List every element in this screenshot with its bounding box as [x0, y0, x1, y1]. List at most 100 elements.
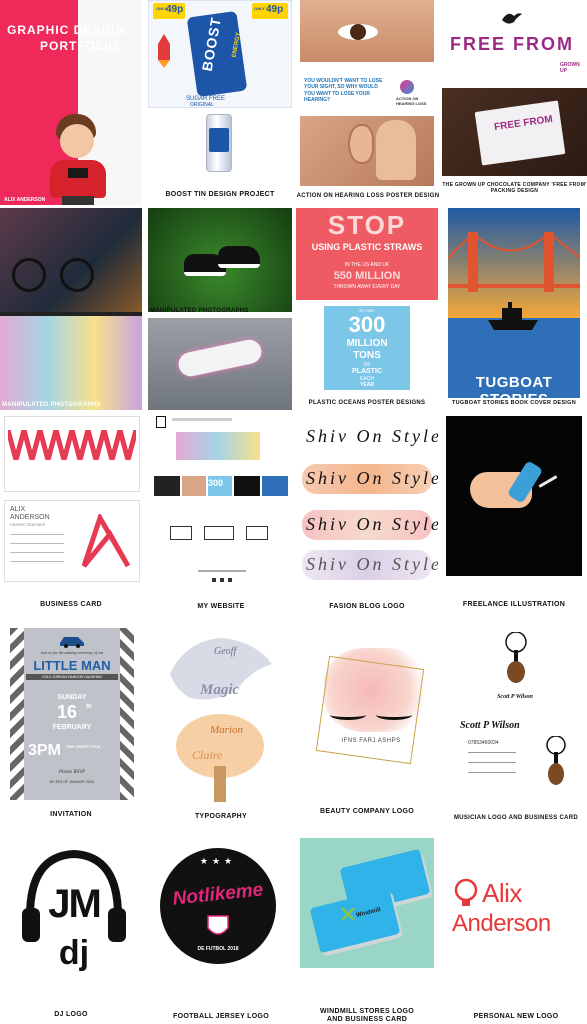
- straws-thrown: THROWN AWAY EVERY DAY: [333, 284, 401, 290]
- invitation-date-sup: th: [86, 704, 92, 710]
- invitation-script-top: Join us for the naming ceremony of our: [40, 650, 104, 655]
- website-thumb-5: [262, 476, 288, 496]
- invitation-title: LITTLE MAN: [33, 658, 111, 673]
- bizcard-mark: [80, 511, 132, 570]
- invitation-caption: INVITATION: [50, 811, 92, 818]
- invitation-chevrons-right: [120, 628, 134, 800]
- tugboat-caption: TUGBOAT STORIES BOOK COVER DESIGN: [452, 400, 576, 406]
- website-stat: 300: [208, 478, 224, 488]
- website-thumb-2: [182, 476, 206, 496]
- bizcard-name-line2: ANDERSON: [10, 514, 50, 521]
- invitation-rsvp: Please RSVP: [58, 770, 86, 775]
- boost-rocket-icon: [156, 34, 172, 70]
- beauty-brand: IFNS FARJ ASHPS: [341, 738, 401, 744]
- photo-rainbow-street: [0, 316, 142, 410]
- shoe-right: [218, 246, 260, 268]
- windmill-caption-line2: AND BUSINESS CARD: [326, 1016, 408, 1023]
- personal-tile[interactable]: Alix Anderson: [448, 870, 584, 960]
- typography-word2: Marion: [210, 724, 243, 736]
- straws-caption: PLASTIC OCEANS POSTER DESIGNS: [308, 400, 426, 406]
- beauty-tile[interactable]: IFNS FARJ ASHPS: [300, 632, 442, 798]
- freefrom-pack: [474, 100, 566, 166]
- bizcard-tile[interactable]: ALIX ANDERSON GRAPHIC DESIGNER: [2, 416, 142, 582]
- photo-shoes-tile[interactable]: MANIPULATED PHOTOGRAPHS: [148, 208, 292, 410]
- freelance-cigarette: [538, 475, 558, 488]
- straws-tile[interactable]: STOP USING PLASTIC STRAWS IN THE US AND …: [296, 208, 438, 398]
- freelance-tile[interactable]: [446, 416, 582, 576]
- musician-contact-lines: [468, 752, 516, 782]
- windmill-tile[interactable]: Windmill: [300, 838, 434, 968]
- football-ribbon: DE FUTBOL 2018: [197, 946, 239, 952]
- cover-tile[interactable]: GRAPHIC DESIGN PORTFOLIO. ALIX ANDERSON: [0, 0, 142, 205]
- fashion-logo-3: Shiv On Style: [306, 514, 438, 534]
- fashion-logo-2: Shiv On Style: [306, 468, 438, 488]
- website-nav: [172, 418, 232, 421]
- straws-line: USING PLASTIC STRAWS: [311, 242, 423, 252]
- personal-bulb-icon: [454, 878, 478, 910]
- football-stars: ★★★: [199, 856, 237, 866]
- website-text-block-2: [204, 526, 234, 540]
- photo-bicycle-tile[interactable]: MANIPULATED PHOTOGRAPHS: [0, 208, 142, 410]
- typography-word1: Magic: [200, 682, 240, 698]
- website-text-block-1: [170, 526, 192, 540]
- beauty-lashes-left: [330, 710, 366, 720]
- hearing-ear: [348, 124, 374, 164]
- musician-tile[interactable]: Scott P Wilson Scott P Wilson 0785346003…: [448, 628, 582, 806]
- cover-author-tag: ALIX ANDERSON: [4, 197, 46, 203]
- bicycle-wheel-back: [60, 258, 94, 292]
- dj-letters: JM: [48, 882, 102, 926]
- hearing-org: ACTION ON HEARING LOSS: [396, 96, 427, 106]
- beauty-caption: BEAUTY COMPANY LOGO: [320, 808, 414, 815]
- boost-caption: BOOST TIN DESIGN PROJECT: [165, 191, 275, 198]
- avatar-legs: [62, 196, 94, 205]
- hearing-caption: ACTION ON HEARING LOSS POSTER DESIGN: [296, 193, 440, 199]
- dj-tile[interactable]: JM dj: [14, 838, 134, 998]
- freefrom-caption: THE GROWN UP CHOCOLATE COMPANY 'FREE FRO…: [442, 182, 587, 194]
- invitation-day: SUNDAY: [57, 694, 87, 701]
- boost-tile[interactable]: ONLY 49p ONLY 49p BOOST ENERGY SUGAR FRE…: [148, 0, 292, 182]
- hearing-question: YOU WOULDN'T WANT TO LOSE YOUR SIGHT, SO…: [304, 78, 383, 103]
- website-hero-image: [176, 432, 260, 460]
- fashion-tile[interactable]: Shiv On Style Shiv On Style Shiv On Styl…: [298, 416, 438, 582]
- bizcard-caption: BUSINESS CARD: [40, 601, 102, 608]
- windmill-icon: [340, 906, 356, 922]
- musician-caption: MUSICIAN LOGO AND BUSINESS CARD: [453, 815, 579, 821]
- boost-price-right-text: 49p: [266, 4, 284, 15]
- hearing-hand: [376, 120, 416, 180]
- website-social-icons: [212, 578, 232, 582]
- typography-caption: TYPOGRAPHY: [194, 813, 247, 820]
- website-logo-icon: [156, 416, 166, 428]
- bizcard-role: GRAPHIC DESIGNER: [10, 523, 46, 527]
- straws-stop: STOP: [327, 210, 407, 240]
- hearing-org-logo: [400, 80, 414, 94]
- cover-title-line2: PORTFOLIO.: [40, 39, 124, 53]
- musician-guitar-tree-icon-back: [544, 735, 568, 786]
- bicycle-wheel-front: [12, 258, 46, 292]
- freefrom-logo: FREE FROM: [450, 34, 574, 54]
- website-footer-line: [198, 570, 246, 572]
- invitation-tile[interactable]: Join us for the naming ceremony of our L…: [10, 628, 134, 800]
- musician-name-back: Scott P Wilson: [460, 720, 520, 731]
- freefrom-bird-icon: [500, 10, 522, 26]
- invitation-chevrons-left: [10, 628, 24, 800]
- boost-price-left-text: 49p: [166, 4, 184, 15]
- website-tile[interactable]: 300: [150, 412, 292, 592]
- bizcard-logo-pattern: [5, 420, 139, 470]
- straws-num: 300: [348, 312, 386, 337]
- photos-caption-lower: MANIPULATED PHOTOGRAPHS: [2, 402, 101, 408]
- hearing-tile[interactable]: YOU WOULDN'T WANT TO LOSE YOUR SIGHT, SO…: [300, 0, 434, 186]
- tugboat-tile[interactable]: TUGBOAT STORIES: [448, 208, 580, 398]
- typography-tile[interactable]: Geoff Magic Marion Claire: [160, 630, 282, 804]
- windmill-caption-line1: WINDMILL STORES LOGO: [319, 1008, 415, 1015]
- football-tile[interactable]: ★★★ Notlikeme DE FUTBOL 2018: [152, 842, 284, 998]
- football-shield-icon: [206, 914, 230, 940]
- freelance-caption: FREELANCE ILLUSTRATION: [462, 601, 566, 608]
- freefrom-tile[interactable]: FREE FROM GROWN UP FREE FROM: [442, 0, 587, 176]
- tugboat-boat: [488, 302, 538, 332]
- freefrom-sub: GROWN UP: [560, 62, 580, 74]
- personal-line2: Anderson: [452, 910, 551, 937]
- website-thumb-4: [234, 476, 260, 496]
- invitation-time: 3PM: [28, 742, 61, 759]
- straws-million: 550 MILLION: [333, 270, 401, 282]
- musician-guitar-tree-icon: [502, 631, 530, 684]
